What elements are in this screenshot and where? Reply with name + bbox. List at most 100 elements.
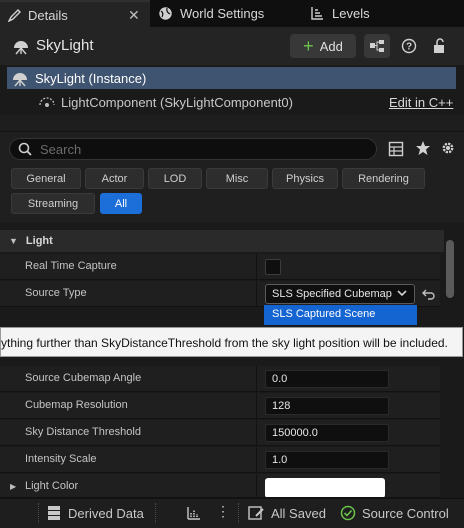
status-bar-grip	[38, 503, 40, 523]
filter-chip-physics[interactable]: Physics	[272, 168, 338, 189]
dropdown-option-captured-scene[interactable]: SLS Captured Scene	[264, 305, 417, 325]
property-label: Source Cubemap Angle	[25, 372, 142, 384]
close-tab-icon[interactable]: ✕	[128, 7, 140, 24]
chip-label: All	[114, 197, 128, 210]
tab-details-label: Details	[28, 8, 68, 23]
component-label: LightComponent (SkyLightComponent0)	[61, 95, 293, 110]
tab-levels[interactable]: Levels	[308, 0, 408, 27]
save-all-button[interactable]: All Saved	[248, 498, 326, 528]
unlock-icon	[432, 38, 446, 54]
levels-icon	[310, 6, 324, 20]
source-control-button[interactable]: Source Control	[340, 498, 449, 528]
search-box[interactable]: Search	[9, 138, 377, 160]
sky-distance-threshold-field[interactable]: 150000.0	[265, 424, 389, 442]
add-component-button[interactable]: + Add	[290, 34, 356, 58]
chevron-down-icon	[393, 289, 411, 297]
chevron-right-icon: ▶	[10, 482, 17, 491]
save-pencil-icon	[248, 505, 265, 521]
add-button-label: Add	[319, 38, 343, 54]
chip-label: Streaming	[27, 197, 79, 210]
filter-chip-rendering[interactable]: Rendering	[342, 168, 425, 189]
chip-label: Physics	[286, 172, 324, 185]
column-divider	[256, 447, 257, 473]
filter-chip-misc[interactable]: Misc	[206, 168, 268, 189]
filter-chip-all[interactable]: All	[100, 193, 142, 214]
help-button[interactable]: ?	[396, 34, 422, 58]
property-label: Cubemap Resolution	[25, 399, 128, 411]
category-light[interactable]: ▼ Light	[0, 230, 444, 252]
instance-label: SkyLight (Instance)	[35, 71, 147, 86]
light-component-icon	[38, 95, 56, 109]
property-label: Real Time Capture	[25, 260, 117, 272]
search-placeholder: Search	[40, 141, 82, 157]
property-row-real-time-capture: Real Time Capture	[0, 254, 440, 280]
blueprint-icon	[369, 39, 385, 53]
column-divider	[256, 393, 257, 419]
trace-icon[interactable]	[186, 505, 202, 521]
light-color-swatch[interactable]	[265, 478, 385, 497]
details-icon	[8, 8, 22, 22]
property-label: Source Type	[25, 287, 87, 299]
tooltip: ything further than SkyDistanceThreshold…	[0, 327, 463, 357]
property-label: Light Color	[25, 480, 79, 492]
column-divider	[256, 254, 257, 280]
chip-label: LOD	[163, 172, 187, 185]
real-time-capture-checkbox[interactable]	[265, 259, 281, 275]
database-icon	[46, 505, 62, 521]
column-divider	[256, 366, 257, 392]
lock-button[interactable]	[426, 34, 452, 58]
search-icon	[18, 142, 32, 156]
instance-skylight-icon	[11, 69, 29, 87]
more-options-icon[interactable]: ⋮	[216, 503, 230, 520]
status-bar-grip	[155, 503, 157, 523]
source-type-value: SLS Specified Cubemap	[272, 288, 392, 300]
source-control-label: Source Control	[362, 505, 449, 521]
property-matrix-icon[interactable]	[388, 141, 404, 157]
favorites-star-icon[interactable]	[415, 140, 431, 156]
property-row-light-color[interactable]: ▶ Light Color	[0, 474, 440, 498]
tab-details[interactable]: Details ✕	[0, 0, 150, 27]
skylight-icon	[12, 37, 30, 55]
all-saved-label: All Saved	[271, 505, 326, 521]
help-icon: ?	[401, 38, 417, 54]
filter-chip-streaming[interactable]: Streaming	[11, 193, 95, 214]
settings-gear-icon[interactable]	[440, 140, 456, 156]
property-row-source-type: Source Type SLS Specified Cubemap	[0, 281, 440, 307]
tab-world-settings[interactable]: World Settings	[156, 0, 296, 27]
column-divider	[256, 420, 257, 446]
scrollbar-thumb[interactable]	[446, 240, 454, 298]
filter-chip-lod[interactable]: LOD	[148, 168, 202, 189]
derived-data-button[interactable]: Derived Data	[46, 498, 144, 528]
chip-label: General	[26, 172, 66, 185]
property-row-cubemap-resolution: Cubemap Resolution 128	[0, 393, 440, 419]
category-label: Light	[25, 235, 53, 247]
reset-to-default-icon[interactable]	[422, 289, 435, 300]
property-label: Intensity Scale	[25, 453, 97, 465]
chevron-down-icon: ▼	[9, 236, 18, 246]
tree-separator	[0, 115, 464, 132]
blueprint-button[interactable]	[364, 34, 390, 58]
property-row-intensity-scale: Intensity Scale 1.0	[0, 447, 440, 473]
column-divider	[256, 281, 257, 307]
chip-label: Actor	[101, 172, 128, 185]
column-divider	[256, 474, 257, 497]
tab-levels-label: Levels	[332, 6, 370, 21]
property-row-source-cubemap-angle: Source Cubemap Angle 0.0	[0, 366, 440, 392]
property-row-sky-distance-threshold: Sky Distance Threshold 150000.0	[0, 420, 440, 446]
filter-chip-actor[interactable]: Actor	[85, 168, 144, 189]
check-circle-icon	[340, 505, 356, 521]
intensity-scale-field[interactable]: 1.0	[265, 451, 389, 469]
svg-text:?: ?	[406, 42, 412, 53]
property-label: Sky Distance Threshold	[25, 426, 141, 438]
plus-icon: +	[303, 36, 314, 56]
actor-title: SkyLight	[36, 37, 94, 54]
tab-world-settings-label: World Settings	[180, 6, 265, 21]
source-cubemap-angle-field[interactable]: 0.0	[265, 370, 389, 388]
filter-chip-general[interactable]: General	[11, 168, 81, 189]
status-bar-grip	[238, 503, 240, 523]
chip-label: Misc	[225, 172, 249, 185]
chip-label: Rendering	[358, 172, 409, 185]
cubemap-resolution-field[interactable]: 128	[265, 397, 389, 415]
globe-icon	[158, 6, 173, 21]
edit-in-cpp-link[interactable]: Edit in C++	[389, 95, 453, 110]
